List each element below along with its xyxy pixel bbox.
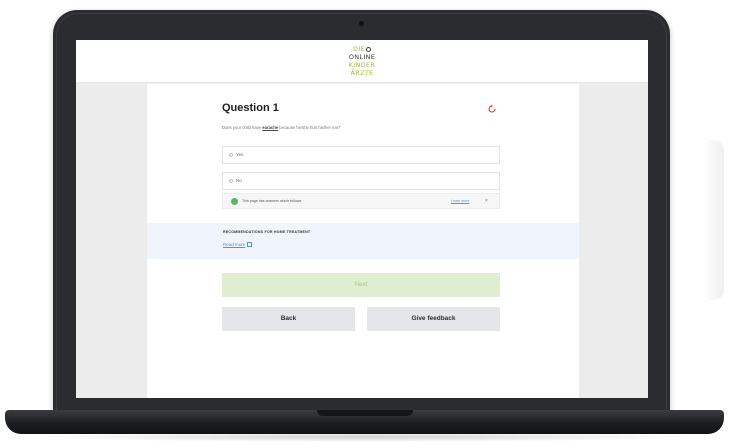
question-panel: Question 1 Does your child have earache … [147, 84, 579, 398]
back-button[interactable]: Back [222, 307, 355, 331]
laptop-notch [317, 410, 413, 416]
question-title: Question 1 [222, 102, 279, 114]
info-banner: This page has answers which follows. Lea… [222, 193, 500, 209]
logo-line-2: ONLINE [348, 53, 376, 61]
external-link-icon [247, 242, 253, 248]
camera-icon [359, 21, 364, 26]
brand-logo[interactable]: DIE ONLINE KINDER ÄRZTE [344, 45, 380, 79]
info-link[interactable]: Learn more [451, 194, 469, 208]
info-text: This page has answers which follows. [242, 199, 303, 203]
question-text-end: because he/she hurt his/her ear? [278, 125, 341, 130]
check-circle-icon [231, 198, 238, 205]
read-more-label: Read more [223, 242, 246, 247]
close-icon[interactable]: × [485, 194, 488, 208]
logo-line-3: KINDER [348, 61, 376, 69]
radio-icon [229, 178, 233, 183]
read-more-link[interactable]: Read more [223, 242, 253, 248]
laptop-base [5, 410, 724, 434]
logo-dot-icon [365, 46, 371, 52]
option-yes[interactable]: Yes [222, 146, 500, 164]
logo-line-4: ÄRZTE [350, 69, 374, 77]
next-button[interactable]: Next [222, 273, 500, 297]
option-no[interactable]: No [222, 172, 500, 190]
question-text-emphasis: earache [262, 125, 279, 130]
site-header: DIE ONLINE KINDER ÄRZTE [76, 40, 648, 83]
laptop-screen: DIE ONLINE KINDER ÄRZTE Question 1 Does … [76, 40, 648, 398]
option-label: Yes [236, 152, 244, 157]
question-text-start: Does your child have [222, 125, 263, 130]
give-feedback-button[interactable]: Give feedback [367, 307, 500, 331]
reset-icon[interactable] [487, 104, 497, 114]
recommendations-title: RECOMMENDATIONS FOR HOME TREATMENT [223, 230, 311, 234]
laptop-shadow [30, 432, 699, 442]
question-text: Does your child have earache because he/… [222, 125, 522, 130]
background-reflection [702, 140, 724, 300]
logo-line-1: DIE [344, 45, 380, 53]
radio-icon [229, 152, 233, 157]
recommendations-section: RECOMMENDATIONS FOR HOME TREATMENT Read … [147, 223, 579, 259]
option-label: No [236, 178, 242, 183]
